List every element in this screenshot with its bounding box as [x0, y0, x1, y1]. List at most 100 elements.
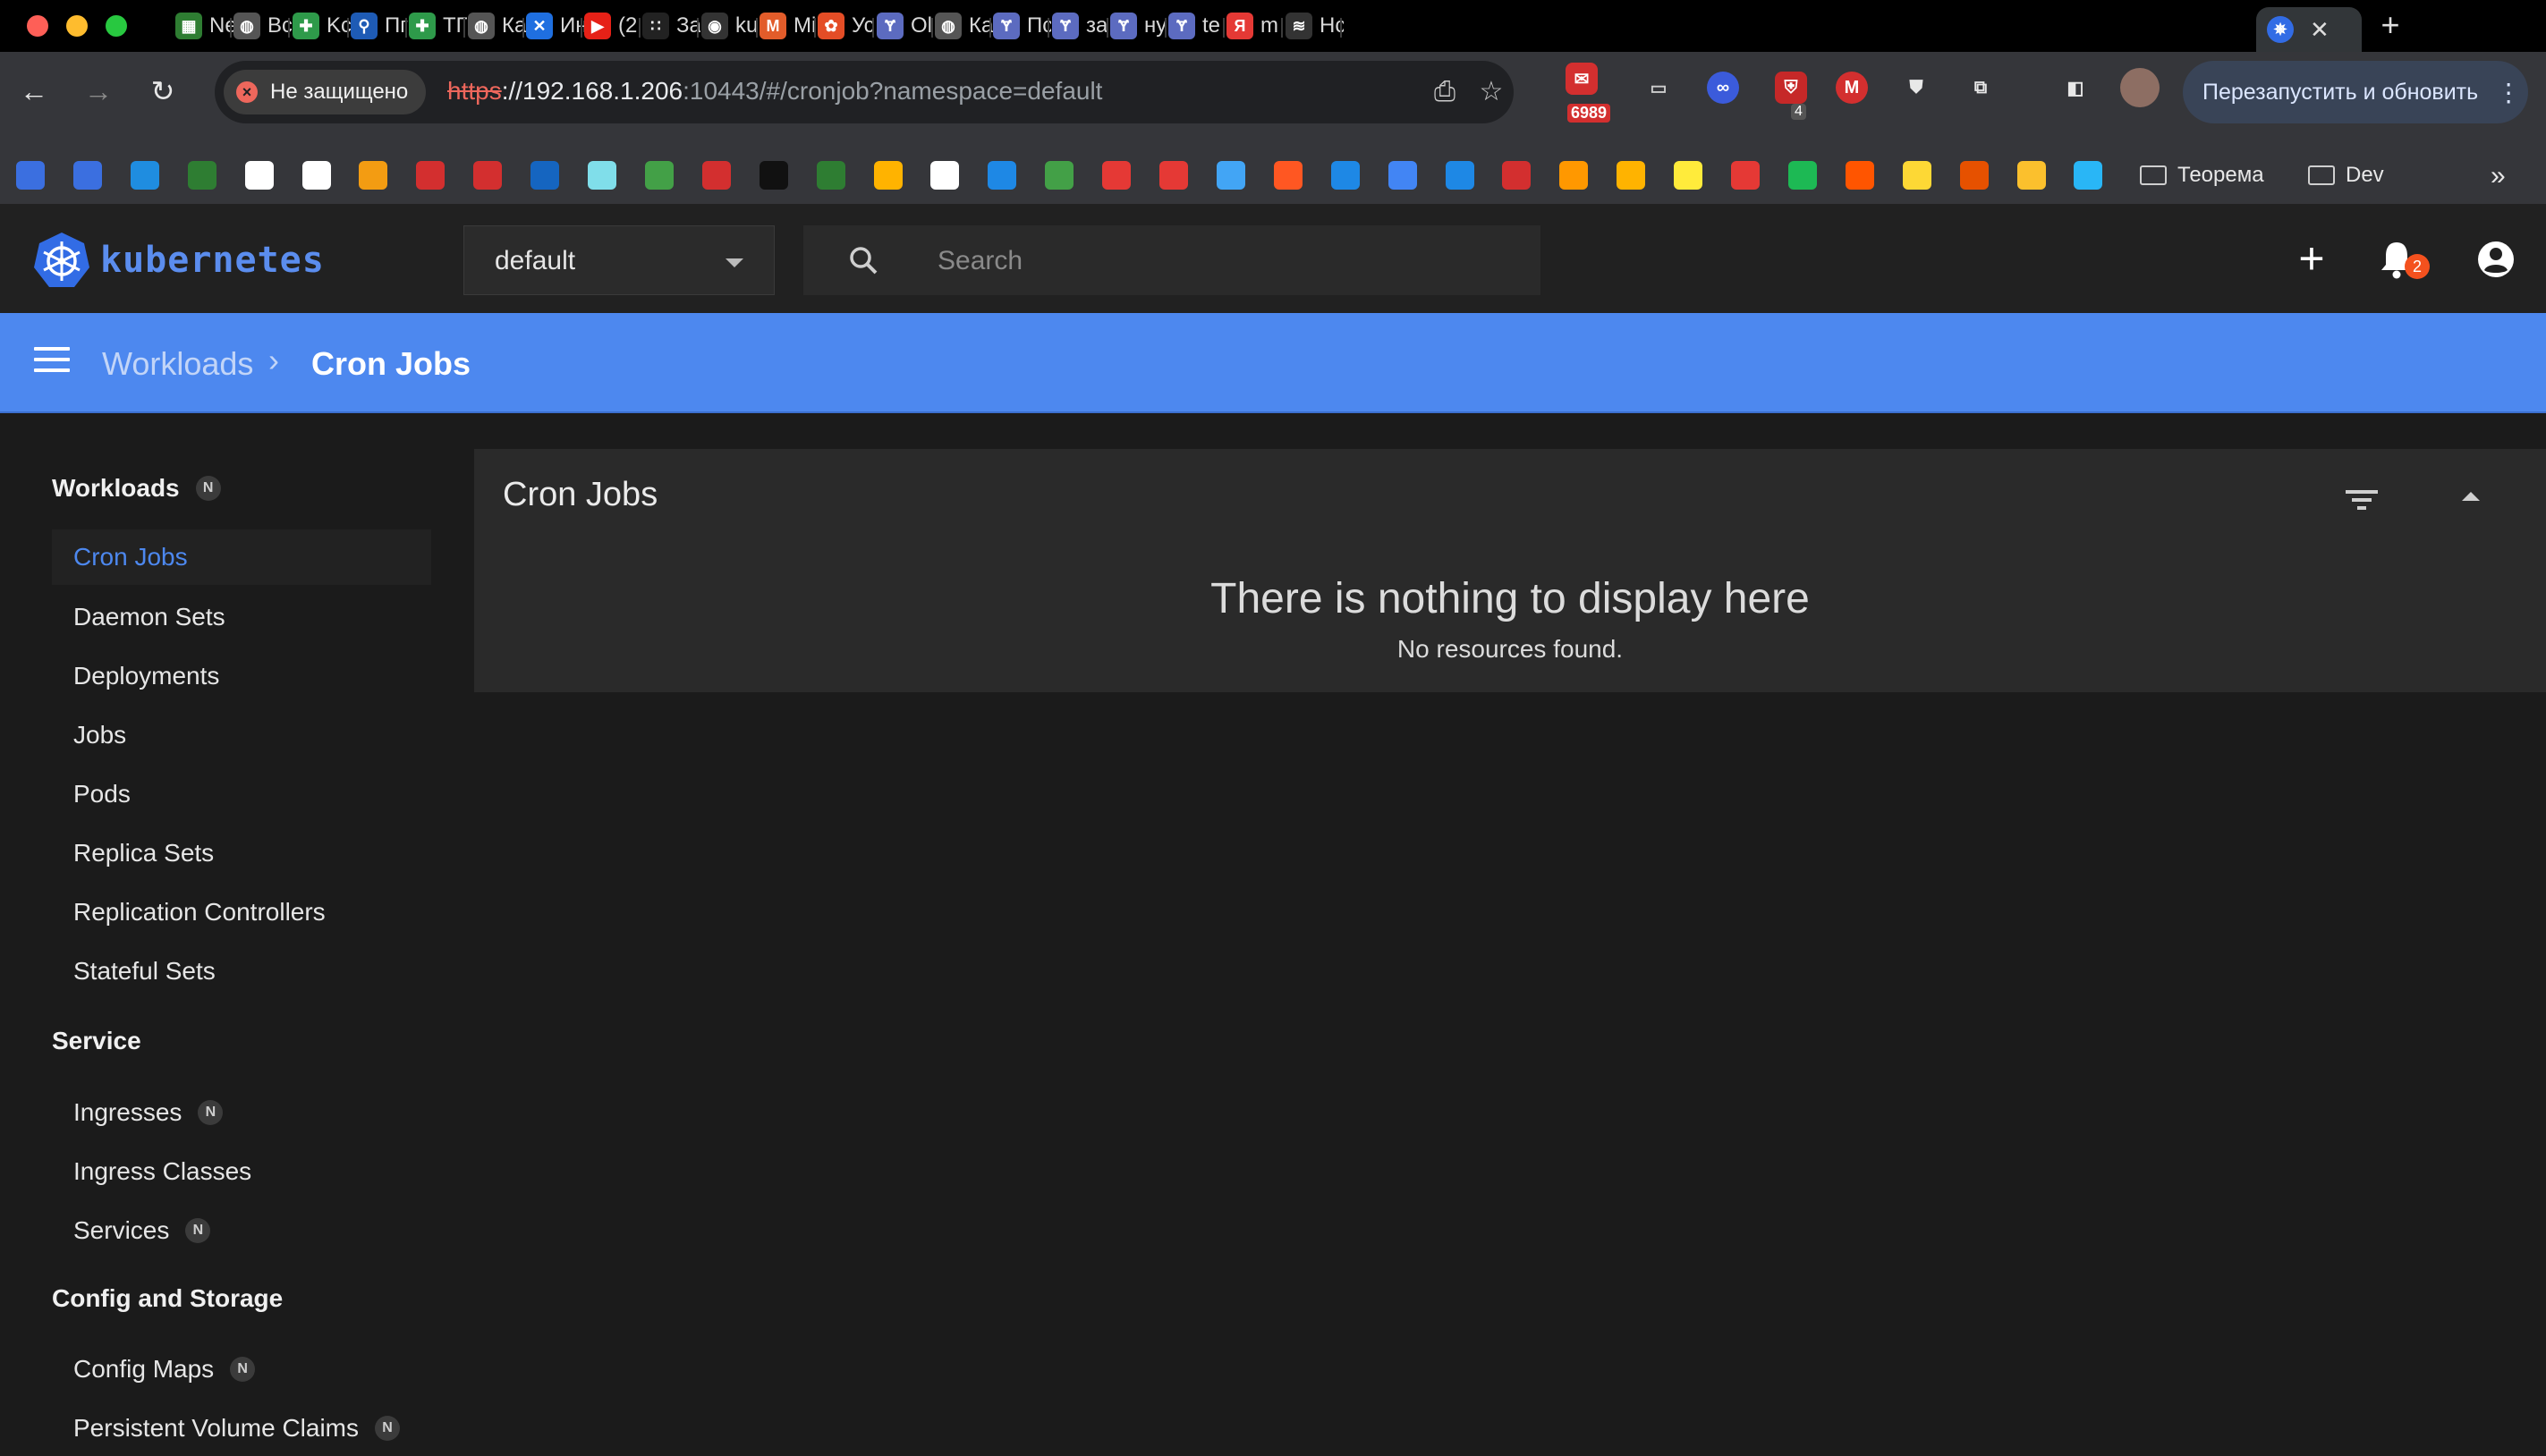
bookmark-icon[interactable] — [1903, 161, 1931, 190]
new-tab-button[interactable]: + — [2372, 7, 2408, 45]
nav-header-service[interactable]: Service — [52, 1027, 141, 1055]
browser-tab[interactable]: M Mi — [760, 7, 818, 45]
bookmark-icon[interactable] — [1331, 161, 1360, 190]
sidebar-item-persistent-volume-claims[interactable]: Persistent Volume Claims N — [52, 1401, 431, 1456]
browser-tab[interactable]: ◍ Bc — [233, 7, 292, 45]
side-panel-icon[interactable]: ◧ — [2059, 72, 2092, 104]
bookmark-icon[interactable] — [359, 161, 387, 190]
extensions-puzzle-icon[interactable]: ⧉ — [1965, 72, 1997, 104]
filter-icon[interactable] — [2344, 487, 2380, 513]
bookmark-icon[interactable] — [588, 161, 616, 190]
bookmark-icon[interactable] — [302, 161, 331, 190]
bookmark-icon[interactable] — [2074, 161, 2102, 190]
kubernetes-logo[interactable]: kubernetes — [32, 231, 325, 290]
bookmark-icon[interactable] — [16, 161, 45, 190]
search-input[interactable] — [936, 241, 1512, 281]
browser-tab[interactable]: ✚ Kc — [293, 7, 351, 45]
browser-tab[interactable]: Яm — [1226, 7, 1285, 45]
mail-extension-icon[interactable]: ✉ — [1566, 63, 1598, 95]
bookmark-icon[interactable] — [1446, 161, 1474, 190]
browser-tab[interactable]: ▶ (2 — [584, 7, 642, 45]
bookmark-icon[interactable] — [245, 161, 274, 190]
forward-button[interactable]: → — [81, 73, 116, 109]
bookmark-icon[interactable] — [645, 161, 674, 190]
bookmark-icon[interactable] — [760, 161, 788, 190]
breadcrumb-workloads-link[interactable]: Workloads — [102, 345, 253, 383]
sidebar-item-jobs[interactable]: Jobs — [52, 707, 431, 763]
bookmark-icon[interactable] — [416, 161, 445, 190]
bookmark-icon[interactable] — [188, 161, 216, 190]
bookmark-folder-teorema[interactable]: Теорема — [2140, 159, 2264, 191]
back-button[interactable]: ← — [16, 73, 52, 109]
bookmark-icon[interactable] — [1731, 161, 1760, 190]
bookmark-icon[interactable] — [1274, 161, 1303, 190]
browser-tab[interactable]: ◍ Кa — [468, 7, 526, 45]
browser-tab[interactable]: Ɏну — [1110, 7, 1168, 45]
bookmark-icon[interactable] — [1045, 161, 1074, 190]
more-bookmarks-icon[interactable]: » — [2491, 161, 2506, 191]
tab-kubernetes-dashboard[interactable]: ✵ ✕ — [2256, 7, 2362, 52]
notifications-button[interactable]: 2 — [2380, 240, 2430, 284]
browser-tab[interactable]: Ɏ Пс — [993, 7, 1051, 45]
sidebar-item-config-maps[interactable]: Config Maps N — [52, 1342, 431, 1397]
bookmark-icon[interactable] — [1674, 161, 1702, 190]
close-tab-icon[interactable]: ✕ — [2310, 16, 2330, 44]
sidebar-item-replication-controllers[interactable]: Replication Controllers — [52, 885, 431, 940]
bookmark-icon[interactable] — [1559, 161, 1588, 190]
restart-update-button[interactable]: Перезапустить и обновить ⋮ — [2183, 61, 2528, 123]
reload-button[interactable]: ↻ — [145, 73, 181, 109]
bookmark-icon[interactable] — [2017, 161, 2046, 190]
browser-tab[interactable]: ✚ ТП — [409, 7, 467, 45]
sidebar-item-replica-sets[interactable]: Replica Sets — [52, 825, 431, 881]
brave-shield-icon[interactable]: ⛊ — [1900, 72, 1932, 104]
sidebar-item-pods[interactable]: Pods — [52, 766, 431, 822]
nav-header-config-storage[interactable]: Config and Storage — [52, 1284, 283, 1313]
bookmark-icon[interactable] — [817, 161, 845, 190]
close-window-button[interactable] — [27, 15, 48, 37]
browser-tab[interactable]: ✕Ин — [526, 7, 584, 45]
translate-icon[interactable]: ⎙ — [1430, 77, 1460, 107]
profile-avatar[interactable] — [2120, 68, 2160, 107]
address-bar[interactable]: × Не защищено https://192.168.1.206:1044… — [215, 61, 1514, 123]
sidebar-item-stateful-sets[interactable]: Stateful Sets — [52, 944, 431, 999]
bookmark-icon[interactable] — [1388, 161, 1417, 190]
bookmark-icon[interactable] — [702, 161, 731, 190]
link-extension-icon[interactable]: ∞ — [1707, 72, 1739, 104]
collapse-arrow-icon[interactable] — [2462, 492, 2480, 501]
bookmark-icon[interactable] — [1960, 161, 1989, 190]
browser-tab[interactable]: ∷ За — [642, 7, 700, 45]
bookmark-icon[interactable] — [874, 161, 903, 190]
maximize-window-button[interactable] — [106, 15, 127, 37]
sidebar-item-deployments[interactable]: Deployments — [52, 648, 431, 704]
browser-tab[interactable]: ◍ Кa — [935, 7, 993, 45]
browser-tab[interactable]: ⚲ Пг — [351, 7, 409, 45]
browser-tab[interactable]: ≋ Нс — [1286, 7, 1344, 45]
browser-tab[interactable]: ▦Ne — [175, 7, 233, 45]
bookmark-icon[interactable] — [473, 161, 502, 190]
browser-tab[interactable]: ◉ ku — [701, 7, 760, 45]
site-security-chip[interactable]: × Не защищено — [224, 70, 427, 114]
sidebar-item-services[interactable]: Services N — [52, 1203, 431, 1258]
namespace-select[interactable]: default — [463, 225, 775, 295]
bookmark-icon[interactable] — [530, 161, 559, 190]
minimize-window-button[interactable] — [66, 15, 88, 37]
bookmark-star-icon[interactable]: ☆ — [1476, 77, 1506, 107]
bookmark-icon[interactable] — [73, 161, 102, 190]
bookmark-icon[interactable] — [1788, 161, 1817, 190]
bookmark-icon[interactable] — [1617, 161, 1645, 190]
menu-hamburger-icon[interactable] — [34, 347, 70, 376]
browser-tab[interactable]: Ɏза — [1052, 7, 1110, 45]
browser-tab[interactable]: Ɏte — [1168, 7, 1226, 45]
more-menu-icon[interactable]: ⋮ — [2496, 78, 2521, 107]
bookmark-icon[interactable] — [930, 161, 959, 190]
search-bar[interactable] — [803, 225, 1540, 295]
url-text[interactable]: https://192.168.1.206:10443/#/cronjob?na… — [447, 77, 1102, 106]
bookmark-icon[interactable] — [1502, 161, 1531, 190]
sidebar-item-daemon-sets[interactable]: Daemon Sets — [52, 589, 431, 645]
create-resource-button[interactable]: + — [2290, 236, 2333, 281]
account-icon[interactable] — [2476, 240, 2516, 279]
bookmark-icon[interactable] — [988, 161, 1016, 190]
browser-tab[interactable]: Ɏ Ol — [877, 7, 935, 45]
cast-extension-icon[interactable]: ▭ — [1642, 72, 1675, 104]
nav-header-workloads[interactable]: Workloads N — [52, 474, 221, 503]
